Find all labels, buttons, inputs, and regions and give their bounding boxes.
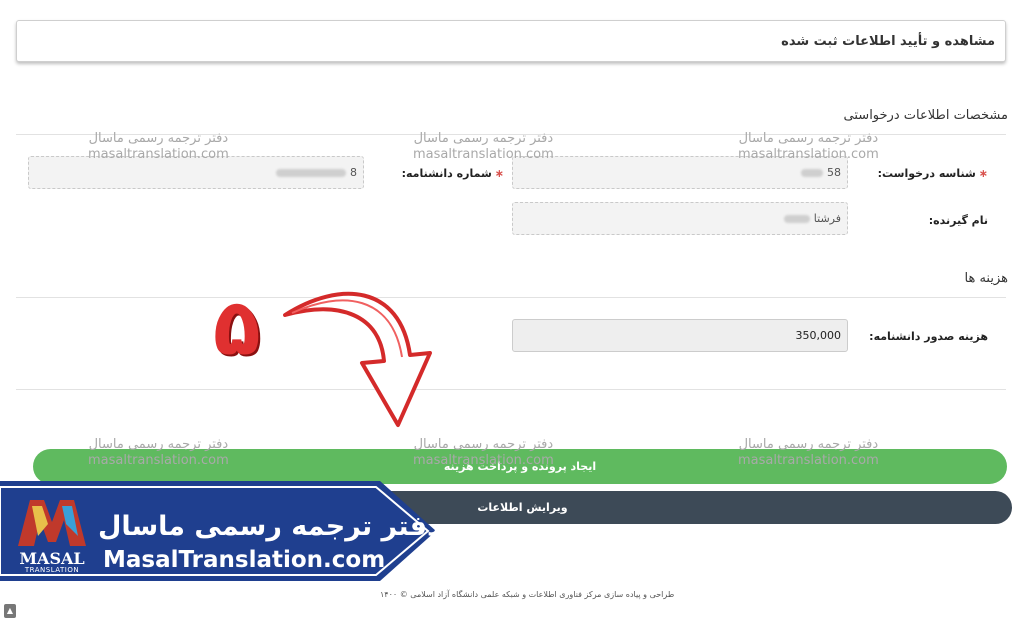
blurred-text [801,168,823,177]
watermark: دفتر ترجمه رسمی ماسال masaltranslation.co… [738,131,879,162]
required-icon: ∗ [494,167,504,180]
fee-field[interactable]: 350,000 [512,319,848,352]
logo-text: MASAL [19,549,85,568]
brand-name: دفتر ترجمه رسمی ماسال [98,511,441,542]
fee-label: هزینه صدور دانشنامه: [869,330,988,343]
required-icon: ∗ [978,167,988,180]
blurred-text [276,168,346,177]
watermark: دفتر ترجمه رسمی ماسال masaltranslation.co… [413,131,554,162]
fees-section-title: هزینه ها [964,271,1009,286]
curved-arrow-icon [283,291,432,427]
watermark: دفتر ترجمه رسمی ماسال masaltranslation.co… [413,437,554,468]
step-number-annotation: ۵ [213,283,261,373]
divider [16,389,1006,390]
brand-website: MasalTranslation.com [103,547,386,573]
watermark: دفتر ترجمه رسمی ماسال masaltranslation.co… [88,131,229,162]
request-id-label: ∗شناسه درخواست: [877,167,988,180]
watermark: دفتر ترجمه رسمی ماسال masaltranslation.co… [738,437,879,468]
blurred-text [783,214,810,223]
recipient-name-field[interactable]: فرشتا [512,202,848,235]
chevron-up-icon: ▲ [6,606,14,615]
page-title: مشاهده و تأیید اطلاعات ثبت شده [781,33,995,49]
footer-credit: طراحی و پیاده سازی مرکز فناوری اطلاعات و… [380,590,675,599]
recipient-name-label: نام گیرنده: [928,214,988,227]
divider [16,297,1006,298]
page-header: مشاهده و تأیید اطلاعات ثبت شده [16,20,1006,62]
request-section-title: مشخصات اطلاعات درخواستی [843,108,1008,123]
logo-icon [18,500,86,546]
brand-logo: MASAL TRANSLATION [12,496,92,574]
certificate-number-label: ∗شماره دانشنامه: [401,167,504,180]
scroll-to-top-button[interactable]: ▲ [4,604,16,618]
watermark: دفتر ترجمه رسمی ماسال masaltranslation.co… [88,437,229,468]
